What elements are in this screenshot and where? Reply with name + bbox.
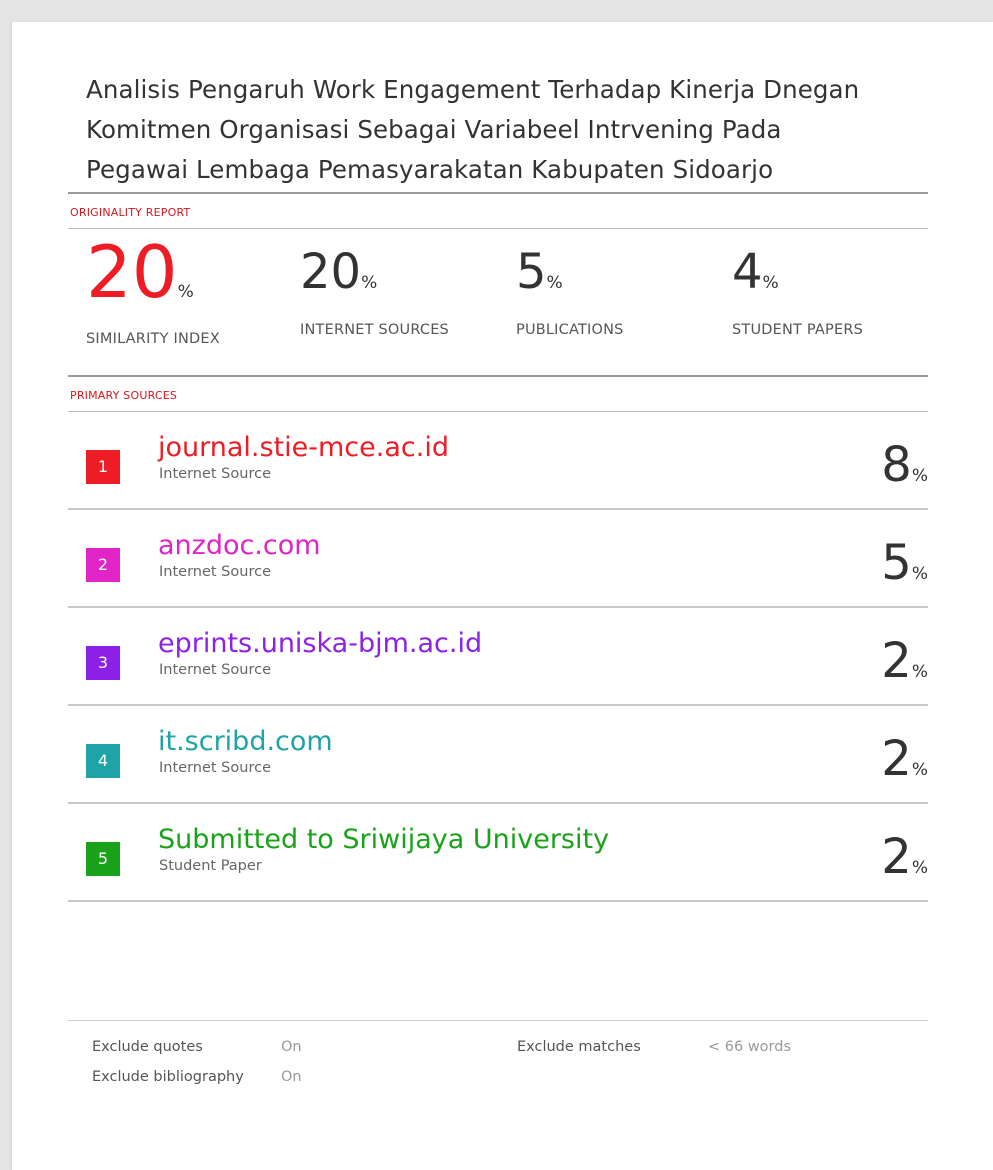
similarity-index-stat: 20% SIMILARITY INDEX	[86, 230, 220, 347]
originality-report-heading: ORIGINALITY REPORT	[70, 206, 191, 219]
primary-sources-list: 1 journal.stie-mce.ac.id Internet Source…	[68, 412, 928, 902]
source-name-link[interactable]: anzdoc.com	[158, 530, 321, 562]
exclude-matches-value: < 66 words	[708, 1039, 792, 1055]
publications-label: PUBLICATIONS	[516, 322, 624, 338]
title-line-2: Komitmen Organisasi Sebagai Variabeel In…	[86, 115, 782, 144]
source-rank-badge: 1	[86, 450, 120, 484]
originality-stats: 20% SIMILARITY INDEX 20% INTERNET SOURCE…	[68, 229, 928, 375]
source-rank-badge: 5	[86, 842, 120, 876]
source-type: Student Paper	[159, 858, 262, 874]
source-row-1: 1 journal.stie-mce.ac.id Internet Source…	[68, 412, 928, 510]
title-line-3: Pegawai Lembaga Pemasyarakatan Kabupaten…	[86, 155, 774, 184]
exclude-quotes-label: Exclude quotes	[92, 1039, 203, 1055]
source-row-3: 3 eprints.uniska-bjm.ac.id Internet Sour…	[68, 608, 928, 706]
source-rank-badge: 3	[86, 646, 120, 680]
student-papers-label: STUDENT PAPERS	[732, 322, 864, 338]
internet-sources-value: 20%	[300, 244, 378, 300]
report-content: Analisis Pengaruh Work Engagement Terhad…	[68, 70, 928, 902]
source-percent: 2%	[881, 633, 928, 689]
source-percent: 5%	[881, 535, 928, 591]
source-percent: 2%	[881, 731, 928, 787]
source-name-link[interactable]: Submitted to Sriwijaya University	[158, 824, 609, 856]
source-percent: 2%	[881, 829, 928, 885]
source-type: Internet Source	[159, 564, 271, 580]
publications-stat: 5% PUBLICATIONS	[516, 243, 624, 338]
exclude-bibliography-label: Exclude bibliography	[92, 1069, 244, 1085]
source-name-link[interactable]: it.scribd.com	[158, 726, 333, 758]
student-papers-value: 4%	[732, 244, 779, 300]
source-type: Internet Source	[159, 760, 271, 776]
source-type: Internet Source	[159, 662, 271, 678]
source-rank-badge: 2	[86, 548, 120, 582]
similarity-index-label: SIMILARITY INDEX	[86, 331, 220, 347]
exclude-quotes-value: On	[281, 1039, 302, 1055]
report-page: Analisis Pengaruh Work Engagement Terhad…	[12, 22, 993, 1170]
similarity-index-value: 20%	[86, 230, 194, 314]
primary-sources-heading: PRIMARY SOURCES	[70, 389, 178, 402]
source-name-link[interactable]: eprints.uniska-bjm.ac.id	[158, 628, 482, 660]
source-row-4: 4 it.scribd.com Internet Source 2%	[68, 706, 928, 804]
publications-value: 5%	[516, 244, 563, 300]
student-papers-stat: 4% STUDENT PAPERS	[732, 243, 863, 338]
source-row-2: 2 anzdoc.com Internet Source 5%	[68, 510, 928, 608]
title-line-1: Analisis Pengaruh Work Engagement Terhad…	[86, 75, 860, 104]
internet-sources-label: INTERNET SOURCES	[300, 322, 449, 338]
exclude-matches-label: Exclude matches	[517, 1039, 641, 1055]
source-name-link[interactable]: journal.stie-mce.ac.id	[158, 432, 449, 464]
document-title: Analisis Pengaruh Work Engagement Terhad…	[68, 70, 928, 190]
source-type: Internet Source	[159, 466, 271, 482]
source-percent: 8%	[881, 437, 928, 493]
internet-sources-stat: 20% INTERNET SOURCES	[300, 243, 449, 338]
exclusion-settings: Exclude quotes On Exclude bibliography O…	[68, 1020, 928, 1085]
exclude-bibliography-value: On	[281, 1069, 302, 1085]
source-row-5: 5 Submitted to Sriwijaya University Stud…	[68, 804, 928, 902]
source-rank-badge: 4	[86, 744, 120, 778]
